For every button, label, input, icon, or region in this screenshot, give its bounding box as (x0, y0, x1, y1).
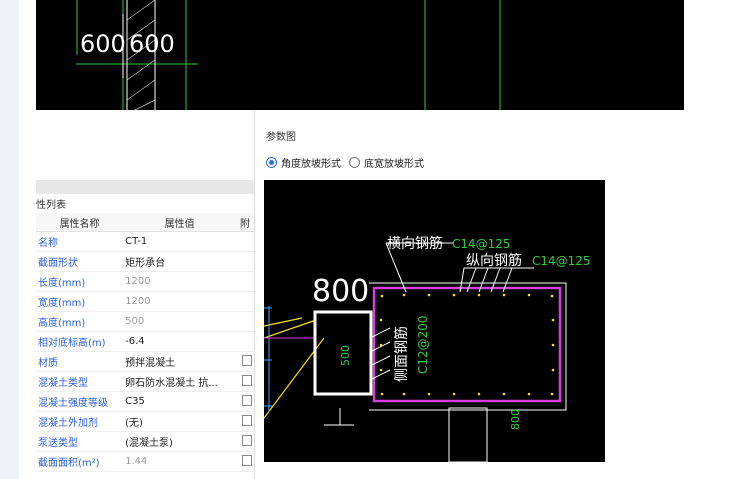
property-name: 截面形状 (36, 251, 124, 272)
property-name: 泵送类型 (36, 431, 124, 452)
attach-cell (236, 251, 254, 272)
property-name: 长度(mm) (36, 271, 124, 292)
attach-cell (236, 391, 254, 412)
attach-checkbox[interactable] (242, 394, 253, 406)
property-name: 宽度(mm) (36, 291, 124, 312)
cad-canvas[interactable]: 600 600 (36, 0, 684, 111)
side-rebar-value: C12@200 (416, 315, 430, 374)
transverse-rebar-value: C14@125 (452, 237, 511, 251)
property-value[interactable]: 1.44 (123, 451, 237, 472)
column-header-attach: 附 (236, 213, 254, 232)
width-800-label: 800 (312, 274, 369, 309)
radio-width-slope[interactable] (349, 157, 360, 168)
param-diagram-title: 参数图 (266, 132, 296, 143)
table-row[interactable]: 相对底标高(m) -6.4 (36, 331, 254, 352)
attach-cell (236, 411, 254, 432)
radio-angle-slope[interactable] (266, 157, 277, 168)
height-500-dim: 500 (339, 345, 352, 366)
property-name: 相对底标高(m) (36, 331, 124, 352)
table-row[interactable]: 混凝土类型 卵石防水混凝土 抗... (36, 371, 254, 392)
attach-cell (236, 231, 254, 252)
property-name: 高度(mm) (36, 311, 124, 332)
table-row[interactable]: 高度(mm) 500 (36, 311, 254, 332)
table-row[interactable]: 截面面积(m²) 1.44 (36, 451, 254, 472)
attach-cell (236, 451, 254, 472)
attach-checkbox[interactable] (242, 374, 253, 386)
attach-cell (236, 371, 254, 392)
table-row[interactable]: 名称 CT-1 (36, 231, 254, 252)
property-name: 材质 (36, 351, 124, 372)
property-name: 截面面积(m²) (36, 451, 124, 472)
attach-checkbox[interactable] (242, 414, 253, 426)
table-row[interactable]: 长度(mm) 1200 (36, 271, 254, 292)
property-name: 名称 (36, 231, 124, 252)
radio-angle-label[interactable]: 角度放坡形式 (281, 155, 341, 170)
parameter-diagram-svg: 800 横向钢筋 C14@125 纵向钢筋 C14@125 侧面钢筋 C12@2… (263, 235, 591, 463)
property-name: 混凝土外加剂 (36, 411, 124, 432)
property-value[interactable]: 卵石防水混凝土 抗... (123, 371, 237, 392)
panel-divider (254, 110, 255, 479)
property-value[interactable]: (混凝土泵) (123, 431, 237, 452)
property-value[interactable]: C35 (123, 391, 237, 412)
table-row[interactable]: 材质 预拌混凝土 (36, 351, 254, 372)
left-sidebar-strip (0, 0, 19, 479)
table-row[interactable]: 宽度(mm) 1200 (36, 291, 254, 312)
property-value[interactable]: (无) (123, 411, 237, 432)
table-header-row: 属性名称 属性值 附 (36, 213, 254, 232)
attach-cell (236, 291, 254, 312)
parameter-diagram[interactable]: 800 横向钢筋 C14@125 纵向钢筋 C14@125 侧面钢筋 C12@2… (263, 180, 605, 463)
attach-cell (236, 331, 254, 352)
attach-cell (236, 351, 254, 372)
table-row[interactable]: 泵送类型 (混凝土泵) (36, 431, 254, 452)
property-value[interactable]: -6.4 (123, 331, 237, 352)
attach-checkbox[interactable] (242, 434, 253, 446)
property-value[interactable]: 500 (123, 311, 237, 332)
attach-cell (236, 311, 254, 332)
longitudinal-rebar-value: C14@125 (532, 254, 591, 268)
attach-cell (236, 431, 254, 452)
attach-checkbox[interactable] (242, 354, 253, 366)
property-value[interactable]: 预拌混凝土 (123, 351, 237, 372)
side-rebar-label: 侧面钢筋 (393, 326, 410, 382)
property-value[interactable]: 矩形承台 (123, 251, 237, 272)
property-value[interactable]: CT-1 (123, 231, 237, 252)
property-table: 属性名称 属性值 附 名称 CT-1 截面形状 矩形承台 长度(mm) 1200 宽度… (36, 213, 254, 472)
property-value[interactable]: 1200 (123, 271, 237, 292)
attach-checkbox[interactable] (242, 454, 253, 466)
table-row[interactable]: 截面形状 矩形承台 (36, 251, 254, 272)
table-row[interactable]: 混凝土外加剂 (无) (36, 411, 254, 432)
property-name: 混凝土强度等级 (36, 391, 124, 412)
column-header-value: 属性值 (123, 213, 237, 232)
property-name: 混凝土类型 (36, 371, 124, 392)
panel-header-bar (36, 180, 254, 194)
property-list-panel: 性列表 属性名称 属性值 附 名称 CT-1 截面形状 矩形承台 长度(mm) 120… (36, 180, 254, 479)
dim-label-right: 600 (129, 30, 175, 58)
attach-cell (236, 271, 254, 292)
property-value[interactable]: 1200 (123, 291, 237, 312)
radio-width-label[interactable]: 底宽放坡形式 (364, 155, 424, 170)
cad-drawing: 600 600 (76, 0, 501, 111)
column-header-name: 属性名称 (36, 213, 124, 232)
transverse-rebar-label: 横向钢筋 (387, 235, 443, 252)
table-row[interactable]: 混凝土强度等级 C35 (36, 391, 254, 412)
slope-mode-radio-group: 角度放坡形式 底宽放坡形式 (266, 155, 424, 170)
dim-label-left: 600 (80, 30, 126, 58)
property-list-title: 性列表 (36, 200, 66, 211)
bottom-800-dim: 800 (509, 409, 522, 430)
longitudinal-rebar-label: 纵向钢筋 (466, 252, 522, 269)
